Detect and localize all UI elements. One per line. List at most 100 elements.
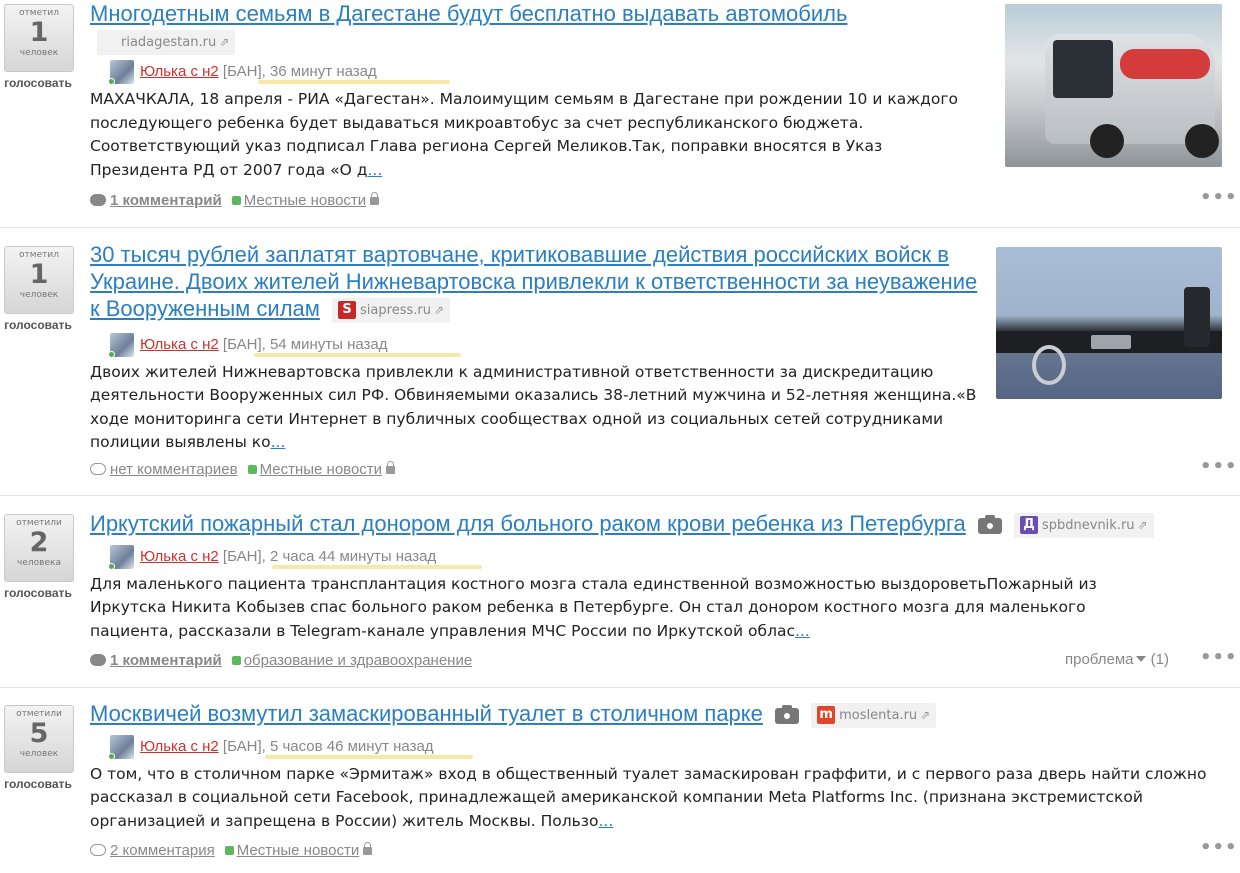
author-link[interactable]: Юлька с н2 xyxy=(140,738,219,755)
ban-badge: [БАН], xyxy=(222,547,266,565)
user-avatar[interactable] xyxy=(108,332,134,358)
source-link[interactable]: riadagestan.ru ⇗ xyxy=(97,30,236,55)
lock-icon xyxy=(363,842,373,855)
timestamp: 5 часов 46 минут назад xyxy=(269,737,434,755)
category-link[interactable]: Местные новости xyxy=(237,842,359,859)
story-summary: О том, что в столичном парке «Эрмитаж» в… xyxy=(90,763,1210,834)
vote-button[interactable]: голосовать xyxy=(0,777,76,791)
vote-box[interactable]: отметили 5 человек xyxy=(4,705,74,773)
author-link[interactable]: Юлька с н2 xyxy=(140,63,219,80)
story-footer: 1 комментарий образование и здравоохранен… xyxy=(90,651,472,671)
story-separator xyxy=(0,495,1240,496)
time-highlight xyxy=(272,564,482,569)
vote-box[interactable]: отметил 1 человек xyxy=(4,246,74,314)
user-avatar[interactable] xyxy=(108,544,134,570)
source-domain: moslenta.ru xyxy=(839,707,918,723)
story-title-line: Иркутский пожарный стал донором для боль… xyxy=(90,510,1220,538)
more-dots-icon[interactable]: ••• xyxy=(1200,647,1238,668)
ban-badge: [БАН], xyxy=(222,62,266,80)
vote-widget[interactable]: отметили 2 человека голосовать xyxy=(0,514,76,600)
camera-icon xyxy=(775,705,800,725)
timestamp: 36 минут назад xyxy=(269,62,377,80)
source-link[interactable]: Дspbdnevnik.ru ⇗ xyxy=(1013,512,1154,538)
user-avatar[interactable] xyxy=(108,734,134,760)
story-title-link[interactable]: Многодетным семьям в Дагестане будут бес… xyxy=(90,1,847,26)
ban-badge: [БАН], xyxy=(222,737,266,755)
read-more-link[interactable]: ... xyxy=(795,622,810,640)
problem-count: (1) xyxy=(1150,651,1169,668)
problem-label: проблема xyxy=(1065,651,1134,668)
category-link[interactable]: образование и здравоохранение xyxy=(244,652,472,669)
author-link[interactable]: Юлька с н2 xyxy=(140,336,219,353)
vote-label-bottom: человек xyxy=(19,749,59,759)
category-link[interactable]: Местные новости xyxy=(244,192,366,209)
comment-bubble-icon xyxy=(90,463,106,475)
more-dots-icon[interactable]: ••• xyxy=(1200,456,1238,477)
comment-bubble-icon xyxy=(90,654,106,666)
time-highlight xyxy=(258,80,450,84)
story-content: Многодетным семьям в Дагестане будут бес… xyxy=(90,0,990,182)
comments-link[interactable]: 1 комментарий xyxy=(110,192,222,209)
category-link[interactable]: Местные новости xyxy=(260,461,382,478)
story-title-line: Москвичей возмутил замаскированный туале… xyxy=(90,700,1220,728)
vote-widget[interactable]: отметил 1 человек голосовать xyxy=(0,4,76,90)
vote-count: 2 xyxy=(29,527,49,558)
vote-widget[interactable]: отметили 5 человек голосовать xyxy=(0,705,76,791)
summary-text: О том, что в столичном парке «Эрмитаж» в… xyxy=(90,764,1207,830)
comments-link[interactable]: нет комментариев xyxy=(110,461,238,478)
vote-label-bottom: человек xyxy=(19,290,59,300)
timestamp: 2 часа 44 минуты назад xyxy=(269,547,437,565)
vote-button[interactable]: голосовать xyxy=(0,76,76,90)
source-link[interactable]: m moslenta.ru ⇗ xyxy=(811,702,937,728)
story-title-link[interactable]: 30 тысяч рублей заплатят вартовчане, кри… xyxy=(90,242,977,321)
vote-button[interactable]: голосовать xyxy=(0,318,76,332)
story-content: Москвичей возмутил замаскированный туале… xyxy=(90,700,1220,833)
online-indicator xyxy=(108,562,115,570)
vote-box[interactable]: отметили 2 человека xyxy=(4,514,74,582)
vote-label-bottom: человека xyxy=(17,558,61,568)
vote-widget[interactable]: отметил 1 человек голосовать xyxy=(0,246,76,332)
story-title-link[interactable]: Иркутский пожарный стал донором для боль… xyxy=(90,511,966,536)
story-title-link[interactable]: Москвичей возмутил замаскированный туале… xyxy=(90,701,763,726)
comment-bubble-icon xyxy=(90,194,106,206)
online-indicator xyxy=(108,78,115,85)
vote-button[interactable]: голосовать xyxy=(0,586,76,600)
source-link[interactable]: Ssiapress.ru ⇗ xyxy=(332,297,451,323)
story-content: Иркутский пожарный стал донором для боль… xyxy=(90,510,1220,643)
story-meta: Юлька с н2 [БАН], 54 минуты назад xyxy=(108,332,985,358)
vote-count: 1 xyxy=(29,17,49,48)
more-dots-icon[interactable]: ••• xyxy=(1200,187,1238,208)
story-summary: Для маленького пациента трансплантация к… xyxy=(90,573,1150,644)
story-meta: Юлька с н2 [БАН], 5 часов 46 минут назад xyxy=(108,734,1220,760)
story-footer: нет комментариев Местные новости xyxy=(90,460,396,480)
problem-dropdown[interactable]: проблема (1) xyxy=(1065,651,1169,668)
vote-count: 1 xyxy=(29,259,49,290)
comments-link[interactable]: 1 комментарий xyxy=(110,652,222,669)
read-more-link[interactable]: ... xyxy=(271,433,286,451)
story-separator xyxy=(0,227,1240,228)
external-link-icon: ⇗ xyxy=(219,35,230,49)
vote-box[interactable]: отметил 1 человек xyxy=(4,4,74,72)
read-more-link[interactable]: ... xyxy=(599,812,614,830)
summary-text: МАХАЧКАЛА, 18 апреля - РИА «Дагестан». М… xyxy=(90,90,958,179)
source-favicon: Д xyxy=(1019,516,1038,535)
more-dots-icon[interactable]: ••• xyxy=(1200,837,1238,858)
user-avatar[interactable] xyxy=(108,60,134,85)
source-favicon: m xyxy=(817,706,836,725)
time-highlight xyxy=(265,754,473,759)
comments-link[interactable]: 2 комментария xyxy=(110,842,215,859)
lock-icon xyxy=(370,192,380,205)
story-footer: 1 комментарий Местные новости xyxy=(90,191,380,211)
story-thumbnail[interactable] xyxy=(1005,4,1222,167)
author-link[interactable]: Юлька с н2 xyxy=(140,548,219,565)
read-more-link[interactable]: ... xyxy=(367,161,382,179)
story-thumbnail[interactable] xyxy=(996,247,1222,399)
lock-icon xyxy=(386,461,396,474)
category-dot xyxy=(231,196,241,205)
camera-icon xyxy=(977,515,1002,535)
source-domain: spbdnevnik.ru xyxy=(1041,517,1135,533)
story-content: 30 тысяч рублей заплатят вартовчане, кри… xyxy=(90,241,985,455)
source-favicon: S xyxy=(338,301,357,320)
external-link-icon: ⇗ xyxy=(920,707,931,722)
caret-down-icon xyxy=(1136,656,1147,662)
